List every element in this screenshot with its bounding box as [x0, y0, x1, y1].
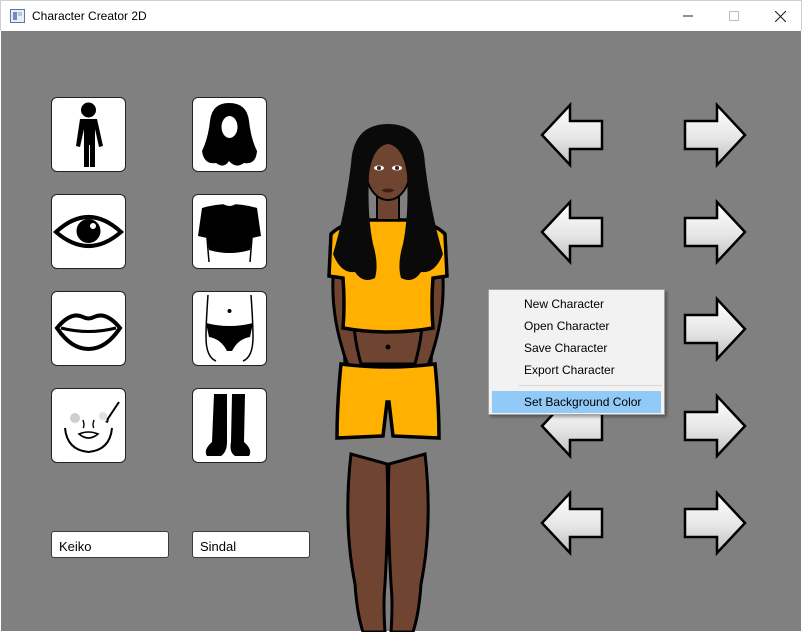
export-character-menu-item[interactable]: Export Character [489, 359, 664, 381]
minimize-icon [683, 15, 693, 17]
body-type-button[interactable] [51, 97, 126, 172]
arrow-left-icon [540, 489, 604, 557]
shirt-icon [198, 201, 261, 263]
eye-icon [53, 215, 124, 248]
arrow-right-icon [683, 198, 747, 266]
last-name-input[interactable] [192, 531, 310, 558]
set-background-color-menu-item[interactable]: Set Background Color [492, 391, 661, 413]
hairstyle-button[interactable] [192, 97, 267, 172]
eyes-button[interactable] [51, 194, 126, 269]
makeup-brush-icon [64, 401, 120, 454]
long-hair-icon [202, 103, 257, 166]
next-option-button-2[interactable] [681, 198, 749, 266]
lips-button[interactable] [51, 291, 126, 366]
arrow-left-icon [540, 198, 604, 266]
close-button[interactable] [757, 1, 802, 31]
next-option-button-4[interactable] [681, 392, 749, 460]
app-icon [10, 9, 25, 23]
makeup-button[interactable] [51, 388, 126, 463]
creator-canvas: New Character Open Character Save Charac… [1, 31, 801, 632]
open-character-menu-item[interactable]: Open Character [489, 315, 664, 337]
bottom-button[interactable] [192, 291, 267, 366]
previous-option-button-5[interactable] [538, 489, 606, 557]
next-option-button-5[interactable] [681, 489, 749, 557]
first-name-input[interactable] [51, 531, 169, 558]
next-option-button-1[interactable] [681, 101, 749, 169]
boots-icon [205, 394, 251, 456]
arrow-right-icon [683, 295, 747, 363]
next-option-button-3[interactable] [681, 295, 749, 363]
window-title: Character Creator 2D [32, 9, 147, 23]
character-preview [327, 124, 449, 632]
underwear-icon [205, 294, 254, 362]
arrow-right-icon [683, 392, 747, 460]
maximize-icon [729, 11, 739, 21]
arrow-left-icon [540, 101, 604, 169]
body-silhouette-icon [76, 102, 103, 167]
minimize-button[interactable] [665, 1, 711, 31]
new-character-menu-item[interactable]: New Character [489, 293, 664, 315]
arrow-right-icon [683, 101, 747, 169]
footwear-button[interactable] [192, 388, 267, 463]
previous-option-button-2[interactable] [538, 198, 606, 266]
title-bar: Character Creator 2D [0, 0, 802, 31]
menu-separator [519, 385, 662, 386]
previous-option-button-1[interactable] [538, 101, 606, 169]
maximize-button[interactable] [711, 1, 757, 31]
lips-icon [54, 313, 123, 352]
close-icon [774, 10, 786, 22]
top-button[interactable] [192, 194, 267, 269]
save-character-menu-item[interactable]: Save Character [489, 337, 664, 359]
arrow-right-icon [683, 489, 747, 557]
context-menu: New Character Open Character Save Charac… [488, 289, 665, 415]
